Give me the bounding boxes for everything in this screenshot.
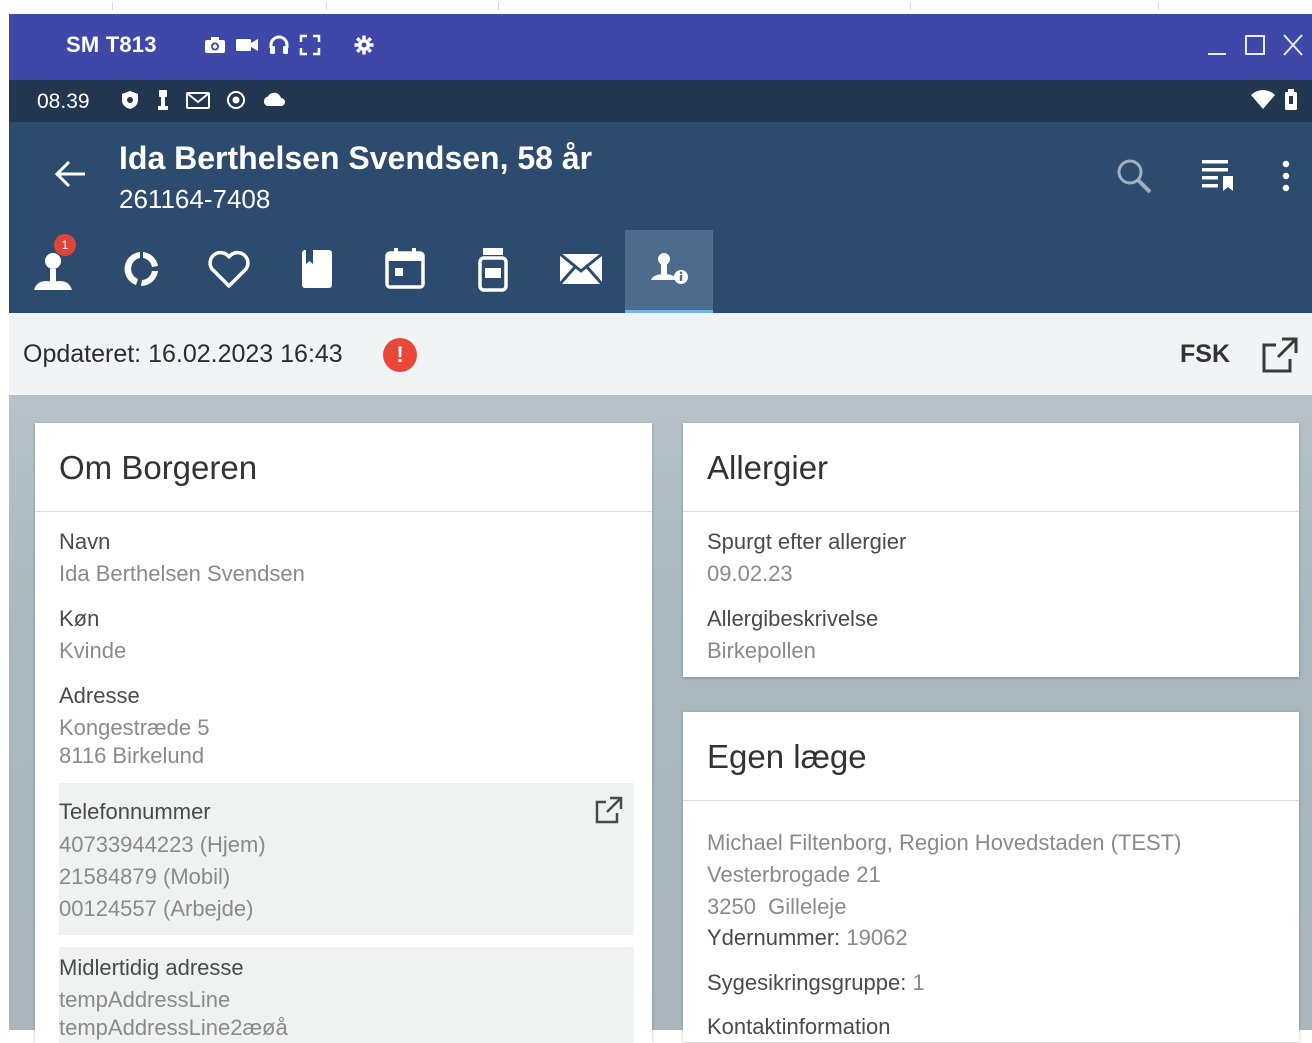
patient-tabs: 1 — [9, 230, 1312, 313]
allergibeskrivelse-value: Birkepollen — [707, 638, 816, 663]
status-right-icons — [1250, 89, 1298, 117]
tab-medicine[interactable] — [449, 230, 537, 313]
tab-messages[interactable] — [537, 230, 625, 313]
sygesikring-row: Sygesikringsgruppe: 1 — [707, 970, 925, 996]
emulator-titlebar: SM T813 — [9, 14, 1312, 80]
person-info-icon — [644, 244, 694, 299]
updated-timestamp: Opdateret: 16.02.2023 16:43 — [23, 340, 343, 368]
bookmark-list-icon[interactable] — [1198, 156, 1238, 201]
spurgt-label: Spurgt efter allergier — [707, 529, 907, 554]
wifi-icon — [1250, 89, 1276, 117]
card-egen-laege: Egen læge Michael Filtenborg, Region Hov… — [683, 712, 1299, 1042]
window-controls — [1206, 30, 1304, 66]
midlertidig-line-1: tempAddressLine — [59, 987, 231, 1012]
midlertidig-adresse-section: Midlertidig adresse tempAddressLine temp… — [59, 947, 634, 1043]
fsk-link[interactable]: FSK — [1180, 340, 1230, 369]
close-icon[interactable] — [1282, 30, 1304, 66]
spurgt-value: 09.02.23 — [707, 561, 793, 586]
card-title: Allergier — [707, 449, 829, 486]
emulator-toolbar — [204, 34, 375, 61]
maximize-icon[interactable] — [1244, 30, 1266, 66]
video-icon[interactable] — [235, 35, 259, 60]
settings-icon[interactable] — [353, 34, 375, 61]
midlertidig-line-2: tempAddressLine2æøå — [59, 1015, 288, 1040]
status-icons — [119, 89, 287, 118]
calendar-icon — [380, 244, 430, 299]
content-area: Om Borgeren Navn Ida Berthelsen Svendsen… — [9, 395, 1312, 1043]
update-bar: Opdateret: 16.02.2023 16:43 ! FSK — [9, 313, 1312, 395]
appbar-actions — [1112, 154, 1292, 203]
navn-value: Ida Berthelsen Svendsen — [59, 561, 305, 586]
tab-heart[interactable] — [185, 230, 273, 313]
mail-icon — [556, 244, 606, 299]
laege-address-line-1: Vesterbrogade 21 — [707, 862, 881, 887]
app-bar: Ida Berthelsen Svendsen, 58 år 261164-74… — [9, 122, 1312, 230]
medicine-bottle-icon — [468, 244, 518, 299]
alert-count-badge: 1 — [54, 234, 76, 256]
journal-icon — [292, 244, 342, 299]
ydernummer-value: 19062 — [846, 925, 908, 950]
telefon-label: Telefonnummer — [59, 799, 211, 824]
minimize-icon[interactable] — [1206, 30, 1228, 66]
status-time: 08.39 — [37, 90, 90, 113]
tab-person-alert[interactable]: 1 — [9, 230, 97, 313]
laege-name: Michael Filtenborg, Region Hovedstaden (… — [707, 830, 1182, 855]
heart-icon — [204, 244, 254, 299]
gmail-icon — [185, 89, 211, 118]
telefon-hjem: 40733944223 (Hjem) — [59, 832, 266, 857]
kontaktinformation-label: Kontaktinformation — [707, 1014, 891, 1039]
allergibeskrivelse-label: Allergibeskrivelse — [707, 606, 879, 631]
record-icon — [225, 89, 247, 118]
window-top-strip — [0, 0, 1312, 14]
back-arrow-icon[interactable] — [49, 152, 93, 196]
usb-icon — [155, 89, 171, 118]
camera-icon[interactable] — [204, 35, 226, 60]
adresse-label: Adresse — [59, 683, 140, 708]
open-external-icon[interactable] — [594, 795, 624, 825]
card-title: Egen læge — [707, 738, 867, 775]
divider — [683, 511, 1299, 512]
card-title: Om Borgeren — [59, 449, 258, 486]
telefon-arbejde: 00124557 (Arbejde) — [59, 896, 254, 921]
divider — [683, 800, 1299, 801]
sygesikring-label: Sygesikringsgruppe: — [707, 970, 913, 995]
headset-icon[interactable] — [268, 34, 290, 61]
fullscreen-icon[interactable] — [299, 34, 321, 61]
telefon-section: Telefonnummer 40733944223 (Hjem) 2158487… — [59, 783, 634, 935]
open-external-icon[interactable] — [1260, 335, 1300, 375]
more-vert-icon[interactable] — [1280, 158, 1292, 199]
warning-alert-icon[interactable]: ! — [383, 338, 417, 372]
divider — [35, 511, 652, 512]
android-status-bar: 08.39 — [9, 80, 1312, 122]
midlertidig-adresse-label: Midlertidig adresse — [59, 955, 244, 980]
cloud-icon — [261, 89, 287, 118]
cycle-icon — [116, 244, 166, 299]
tab-person-info[interactable] — [625, 230, 713, 313]
card-allergier: Allergier Spurgt efter allergier 09.02.2… — [683, 423, 1299, 677]
adresse-line-2: 8116 Birkelund — [59, 743, 205, 768]
search-icon[interactable] — [1112, 154, 1156, 203]
kon-value: Kvinde — [59, 638, 127, 663]
ydernummer-label: Ydernummer: — [707, 925, 847, 950]
laege-address-line-2: 3250 Gilleleje — [707, 894, 847, 919]
shield-icon — [119, 89, 141, 118]
adresse-line-1: Kongestræde 5 — [59, 715, 210, 740]
battery-icon — [1284, 89, 1298, 117]
navn-label: Navn — [59, 529, 111, 554]
telefon-mobil: 21584879 (Mobil) — [59, 864, 231, 889]
tab-cycle[interactable] — [97, 230, 185, 313]
device-name: SM T813 — [66, 32, 157, 57]
kon-label: Køn — [59, 606, 100, 631]
tab-journal[interactable] — [273, 230, 361, 313]
ydernummer-row: Ydernummer: 19062 — [707, 925, 908, 951]
tab-calendar[interactable] — [361, 230, 449, 313]
patient-name: Ida Berthelsen Svendsen, 58 år — [119, 140, 593, 176]
card-om-borgeren: Om Borgeren Navn Ida Berthelsen Svendsen… — [35, 423, 652, 1043]
sygesikring-value: 1 — [912, 970, 925, 995]
patient-cpr: 261164-7408 — [119, 184, 271, 214]
